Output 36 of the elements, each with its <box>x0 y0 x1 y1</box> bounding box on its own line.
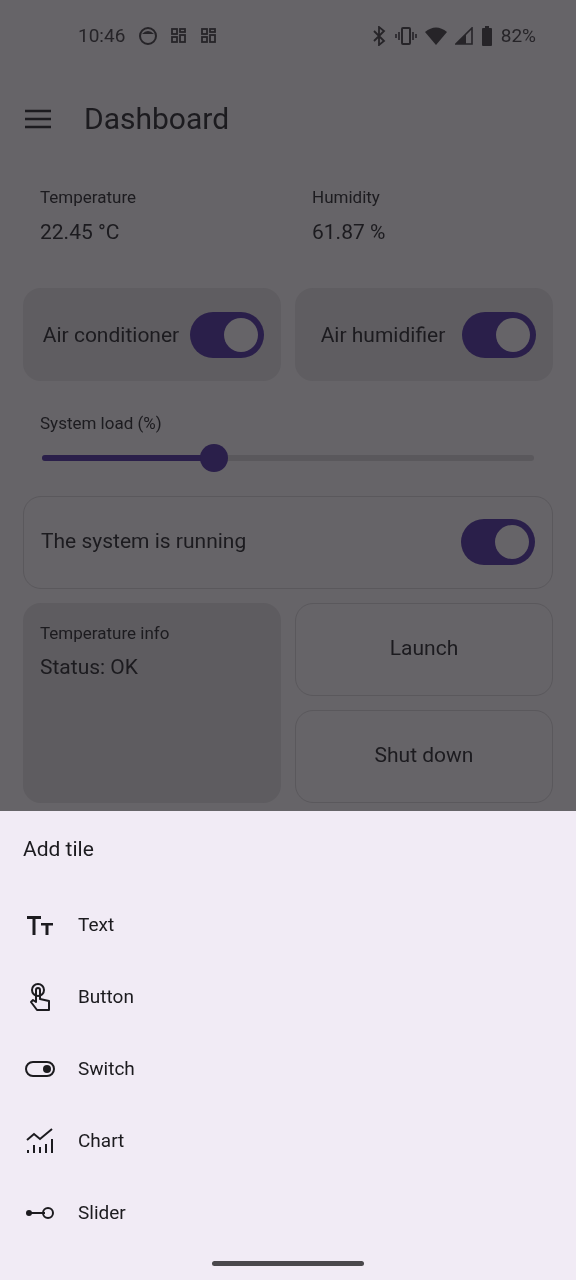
tile-label: Air conditioner <box>41 321 181 348</box>
bluetooth-icon <box>370 26 387 46</box>
slider-icon <box>25 1206 55 1220</box>
sensor-label: Temperature <box>40 186 138 209</box>
clock: 10:46 <box>78 22 126 49</box>
vibrate-icon <box>394 27 417 45</box>
page-title: Dashboard <box>84 100 230 138</box>
info-title: Temperature info <box>40 621 171 645</box>
wifi-icon <box>424 27 447 45</box>
tile-option[interactable]: Slider <box>0 1177 576 1249</box>
toggle-switch[interactable] <box>461 519 535 565</box>
info-text: Status: OK <box>40 654 139 681</box>
switch-icon <box>25 1061 55 1077</box>
sensor-value: 61.87 % <box>312 218 387 246</box>
tile-option[interactable]: Button <box>0 961 576 1033</box>
sensor-label: Humidity <box>312 186 381 209</box>
sheet-title: Add tile <box>23 836 94 864</box>
battery-icon <box>480 26 493 46</box>
menu-icon[interactable] <box>24 108 52 129</box>
sensor-value: 22.45 °C <box>40 218 121 246</box>
tile-label: Air humidifier <box>319 321 447 348</box>
battery-level: 82% <box>500 22 536 49</box>
grid-icon <box>201 28 218 44</box>
chart-icon <box>26 1128 54 1154</box>
tile-option[interactable]: Text <box>0 889 576 961</box>
signal-icon <box>454 27 473 45</box>
text-size-icon <box>25 913 55 937</box>
slider-thumb[interactable] <box>200 443 229 472</box>
switch-label: The system is running <box>41 528 247 556</box>
slider-label: System load (%) <box>40 413 162 433</box>
toggle-switch[interactable] <box>190 311 264 358</box>
toggle-switch[interactable] <box>462 311 536 358</box>
tile-option[interactable]: Switch <box>0 1033 576 1105</box>
grid-icon <box>171 28 188 44</box>
tap-icon <box>27 982 53 1012</box>
tile-option[interactable]: Chart <box>0 1105 576 1177</box>
